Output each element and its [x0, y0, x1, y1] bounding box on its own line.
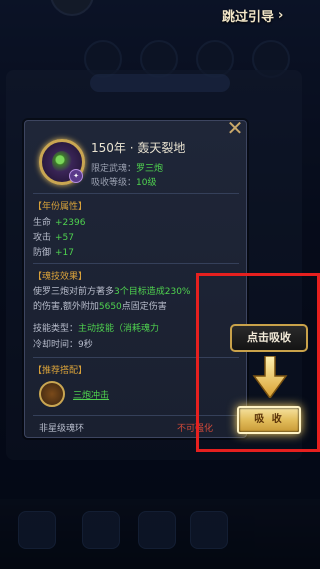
stat-hp: 生命 +2396: [33, 215, 85, 228]
ring-type-badge-icon: ✦: [69, 169, 83, 183]
close-icon[interactable]: ✕: [226, 118, 244, 138]
designated-value: 罗三炮: [136, 164, 164, 174]
arrow-down-icon: [252, 356, 288, 398]
skill-desc-highlight: 3个目标造成: [114, 287, 165, 297]
combo-skill-link[interactable]: 三炮冲击: [73, 388, 109, 401]
skill-desc-line2: 的伤害,额外附加5650点固定伤害: [33, 299, 167, 312]
skill-cooldown: 冷却时间：9秒: [33, 337, 93, 350]
absorb-level-label: 吸收等级：: [91, 178, 137, 188]
absorb-level-value: 10级: [136, 178, 157, 188]
stat-label: 防御: [33, 248, 52, 258]
item-name: 150年 · 轰天裂地: [91, 141, 186, 155]
ring-star-note: 非星级魂环: [39, 424, 85, 434]
divider: [33, 193, 239, 194]
attributes-title: 【年份属性】: [33, 202, 88, 212]
skip-guide-button[interactable]: 跳过引导 ›: [214, 4, 293, 26]
divider: [33, 263, 239, 264]
designated-label: 限定武魂：: [91, 164, 137, 174]
skill-desc-text: 的伤害,额外附加: [33, 302, 99, 312]
chevron-right-icon: ›: [278, 7, 284, 23]
skill-desc-highlight: 230%: [164, 287, 191, 297]
stat-defense: 防御 +17: [33, 245, 74, 258]
stat-value: +57: [55, 233, 75, 243]
skill-type-label: 技能类型：: [33, 324, 79, 334]
skill-title: 【魂技效果】: [33, 272, 88, 282]
cooldown-label: 冷却时间：: [33, 340, 79, 350]
stat-label: 生命: [33, 218, 52, 228]
ink-splash-icon: [52, 151, 72, 173]
stat-value: +2396: [55, 218, 86, 228]
skip-guide-label: 跳过引导: [222, 9, 275, 25]
hint-bubble: 点击吸收: [230, 324, 308, 352]
stat-value: +17: [55, 248, 75, 258]
combo-skill-icon[interactable]: [39, 381, 65, 407]
designated-spirit: 限定武魂：罗三炮: [91, 161, 163, 174]
stat-label: 攻击: [33, 233, 52, 243]
combo-title: 【推荐搭配】: [33, 366, 88, 376]
skill-type-value: 主动技能（消耗魂力: [78, 324, 160, 334]
skill-desc-text: 使罗三炮对前方著多: [33, 287, 115, 297]
skill-desc-text: 点固定伤害: [121, 302, 167, 312]
skill-desc-highlight: 5650: [98, 302, 122, 312]
cooldown-value: 9秒: [78, 340, 93, 350]
absorb-level: 吸收等级：10级: [91, 175, 156, 188]
absorb-button[interactable]: 吸 收: [237, 406, 301, 434]
stat-attack: 攻击 +57: [33, 230, 74, 243]
skill-desc-line1: 使罗三炮对前方著多3个目标造成230%: [33, 284, 190, 297]
skill-type: 技能类型：主动技能（消耗魂力: [33, 321, 159, 334]
